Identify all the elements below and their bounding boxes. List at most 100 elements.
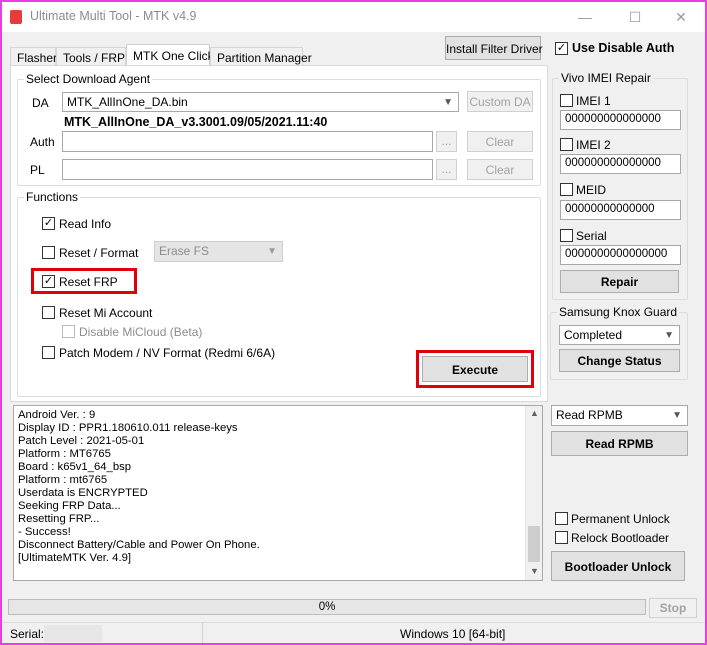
repair-button[interactable]: Repair [560, 270, 679, 293]
meid-checkbox[interactable] [560, 183, 573, 196]
pl-input[interactable] [62, 159, 433, 180]
imei2-checkbox[interactable] [560, 138, 573, 151]
log-line: Android Ver. : 9 [18, 409, 96, 421]
reset-frp-label: Reset FRP [59, 275, 118, 289]
pl-label: PL [30, 163, 45, 177]
reset-mi-account-label: Reset Mi Account [59, 306, 153, 320]
log-line: Seeking FRP Data... [18, 500, 121, 512]
reset-frp-checkbox[interactable]: ✓ [42, 275, 55, 288]
auth-clear-button[interactable]: Clear [467, 131, 533, 152]
mtk-one-click-panel: Select Download Agent DA MTK_AllInOne_DA… [10, 65, 548, 402]
format-option-value: Erase FS [159, 244, 210, 258]
rpmb-option-value: Read RPMB [556, 408, 623, 422]
meid-input[interactable]: 00000000000000 [560, 200, 681, 220]
reset-format-checkbox[interactable] [42, 246, 55, 259]
main-window: Ultimate Multi Tool - MTK v4.9 — ☐ ✕ Fla… [0, 0, 707, 645]
scrollbar-thumb[interactable] [528, 526, 540, 562]
custom-da-button[interactable]: Custom DA [467, 91, 533, 112]
rpmb-option-select[interactable]: Read RPMB ▼ [551, 405, 688, 426]
read-info-label: Read Info [59, 217, 112, 231]
log-scrollbar[interactable]: ▲ ▼ [525, 406, 542, 580]
vivo-legend: Vivo IMEI Repair [559, 71, 653, 85]
permanent-unlock-label: Permanent Unlock [571, 512, 670, 526]
title-bar: Ultimate Multi Tool - MTK v4.9 — ☐ ✕ [2, 2, 705, 32]
download-agent-group: Select Download Agent DA MTK_AllInOne_DA… [17, 72, 541, 186]
install-filter-driver-button[interactable]: Install Filter Driver [445, 36, 543, 60]
permanent-unlock-checkbox[interactable] [555, 512, 568, 525]
da-select[interactable]: MTK_AllInOne_DA.bin ▼ [62, 92, 459, 112]
change-status-button[interactable]: Change Status [559, 349, 680, 372]
knox-status-value: Completed [564, 328, 623, 342]
execute-button[interactable]: Execute [422, 356, 528, 382]
functions-legend: Functions [24, 190, 81, 204]
log-line: Userdata is ENCRYPTED [18, 487, 148, 499]
knox-guard-group: Samsung Knox Guard Completed ▼ Change St… [550, 305, 688, 380]
pl-clear-button[interactable]: Clear [467, 159, 533, 180]
log-line: [UltimateMTK Ver. 4.9] [18, 552, 132, 564]
scroll-down-icon[interactable]: ▼ [530, 566, 539, 576]
imei1-label: IMEI 1 [576, 94, 611, 108]
imei2-label: IMEI 2 [576, 138, 611, 152]
vivo-imei-repair-group: Vivo IMEI Repair IMEI 1 000000000000000 … [552, 71, 688, 300]
progress-bar: 0% [8, 599, 646, 615]
relock-bootloader-label: Relock Bootloader [571, 531, 670, 545]
functions-group: Functions ✓ Read Info Reset / Format Era… [17, 190, 541, 397]
reset-mi-account-checkbox[interactable] [42, 306, 55, 319]
maximize-icon[interactable]: ☐ [612, 4, 658, 30]
chevron-down-icon: ▼ [664, 330, 674, 341]
format-option-select[interactable]: Erase FS ▼ [154, 241, 283, 262]
log-line: Platform : mt6765 [18, 474, 108, 486]
chevron-down-icon: ▼ [672, 410, 682, 421]
serial-checkbox[interactable] [560, 229, 573, 242]
download-agent-legend: Select Download Agent [24, 72, 153, 86]
da-info: MTK_AllInOne_DA_v3.3001.09/05/2021.11:40 [64, 115, 328, 129]
status-bar: Serial: Windows 10 [64-bit] [2, 622, 705, 643]
reset-format-label: Reset / Format [59, 246, 139, 260]
imei1-input[interactable]: 000000000000000 [560, 110, 681, 130]
stop-button[interactable]: Stop [649, 598, 697, 618]
app-icon [10, 10, 22, 24]
chevron-down-icon: ▼ [443, 97, 453, 108]
log-line: Display ID : PPR1.180610.011 release-key… [18, 422, 238, 434]
progress-text: 0% [318, 601, 336, 613]
da-value: MTK_AllInOne_DA.bin [67, 95, 188, 109]
patch-modem-label: Patch Modem / NV Format (Redmi 6/6A) [59, 346, 276, 360]
use-disable-auth-label: Use Disable Auth [572, 41, 675, 55]
bootloader-unlock-button[interactable]: Bootloader Unlock [551, 551, 685, 581]
log-line: Board : k65v1_64_bsp [18, 461, 132, 473]
da-label: DA [32, 96, 49, 110]
log-line: Resetting FRP... [18, 513, 100, 525]
imei1-checkbox[interactable] [560, 94, 573, 107]
read-rpmb-button[interactable]: Read RPMB [551, 431, 688, 456]
auth-browse-button[interactable]: ... [436, 131, 457, 152]
log-line: - Success! [18, 526, 71, 538]
use-disable-auth-checkbox[interactable]: ✓ [555, 42, 568, 55]
status-divider [202, 623, 203, 643]
log-line: Platform : MT6765 [18, 448, 111, 460]
os-status: Windows 10 [64-bit] [400, 627, 506, 641]
pl-browse-button[interactable]: ... [436, 159, 457, 180]
auth-label: Auth [30, 135, 55, 149]
log-line: Disconnect Battery/Cable and Power On Ph… [18, 539, 260, 551]
close-icon[interactable]: ✕ [658, 4, 704, 30]
scroll-up-icon[interactable]: ▲ [530, 408, 539, 418]
relock-bootloader-checkbox[interactable] [555, 531, 568, 544]
knox-status-select[interactable]: Completed ▼ [559, 325, 680, 345]
read-info-checkbox[interactable]: ✓ [42, 217, 55, 230]
serial-label: Serial [576, 229, 607, 243]
serial-status-label: Serial: [10, 627, 45, 641]
log-line: Patch Level : 2021-05-01 [18, 435, 145, 447]
imei2-input[interactable]: 000000000000000 [560, 154, 681, 174]
knox-legend: Samsung Knox Guard [557, 305, 680, 319]
serial-status-value [44, 625, 102, 642]
patch-modem-checkbox[interactable] [42, 346, 55, 359]
auth-input[interactable] [62, 131, 433, 152]
log-lines: Android Ver. : 9 Display ID : PPR1.18061… [18, 409, 260, 565]
log-output[interactable]: Android Ver. : 9 Display ID : PPR1.18061… [13, 405, 543, 581]
minimize-icon[interactable]: — [562, 4, 608, 30]
serial-input[interactable]: 0000000000000000 [560, 245, 681, 265]
disable-micloud-label: Disable MiCloud (Beta) [79, 325, 203, 339]
window-title: Ultimate Multi Tool - MTK v4.9 [30, 9, 197, 23]
meid-label: MEID [576, 183, 606, 197]
disable-micloud-checkbox[interactable] [62, 325, 75, 338]
